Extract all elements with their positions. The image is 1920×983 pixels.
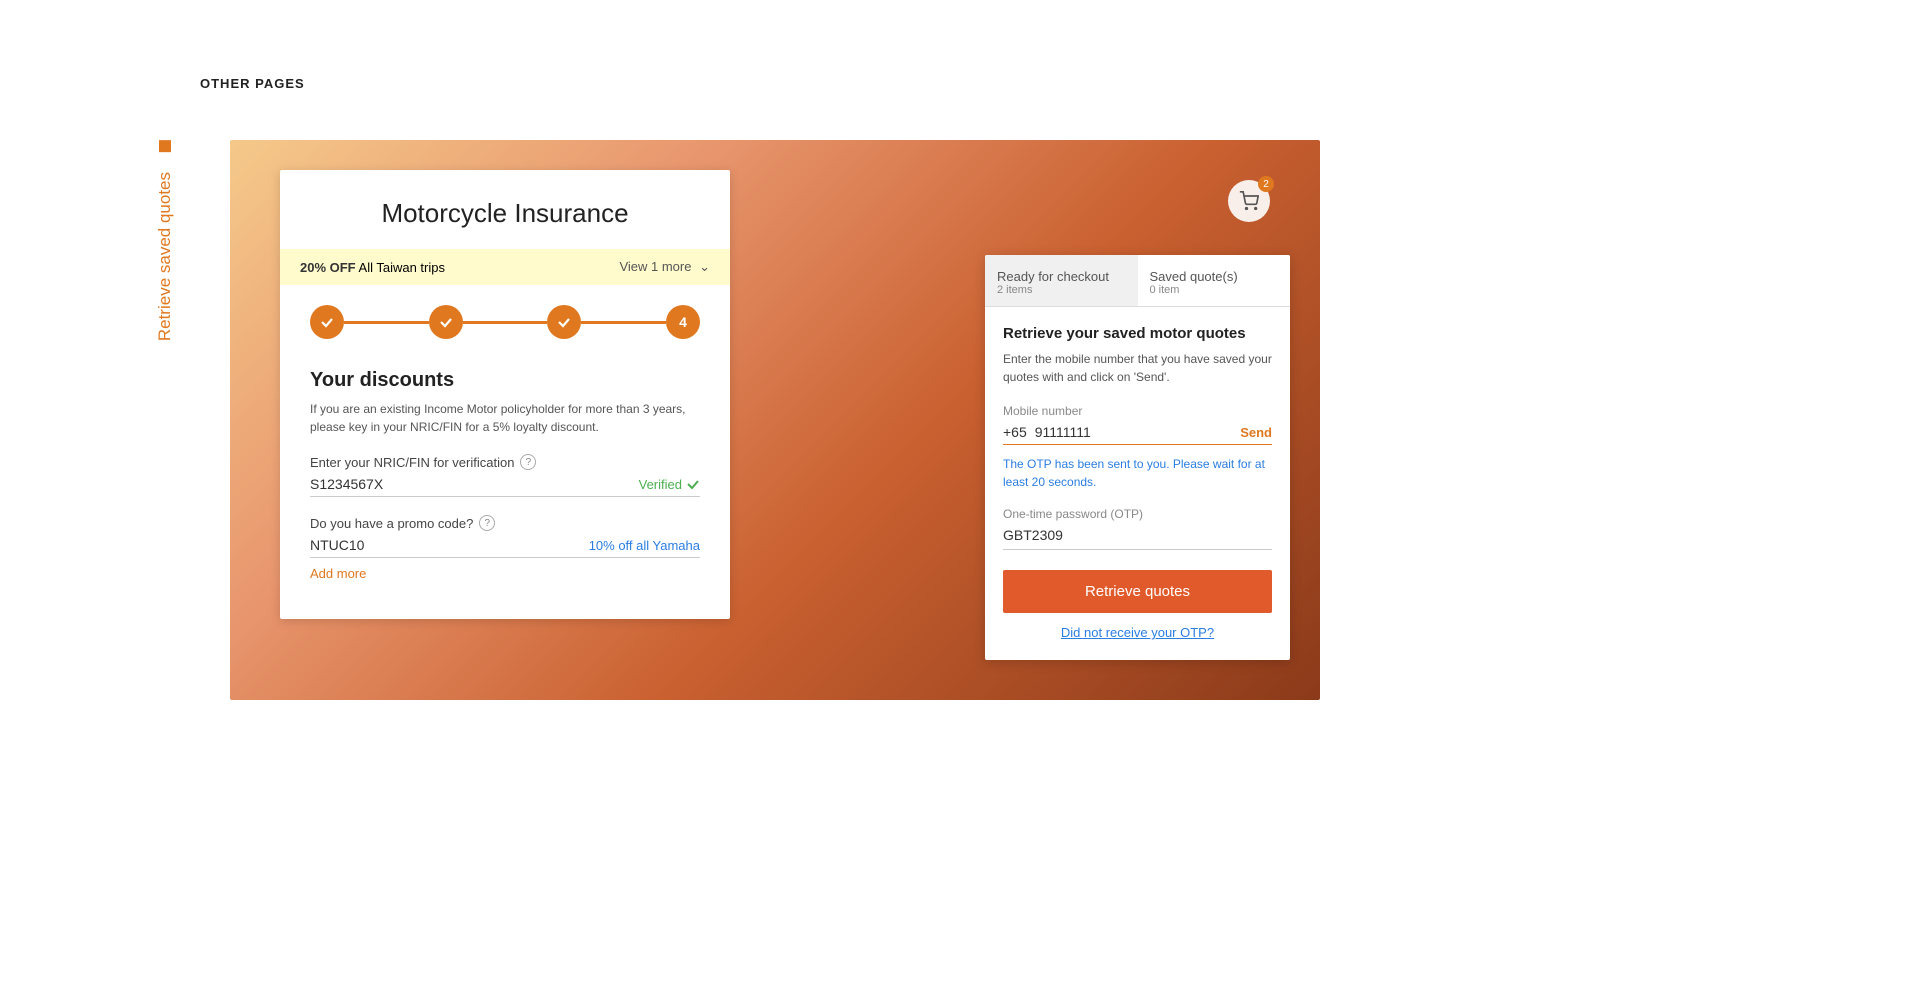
tab-2-count: 0 item (1150, 284, 1279, 296)
tab-saved-quotes[interactable]: Saved quote(s) 0 item (1138, 255, 1291, 306)
add-more-link[interactable]: Add more (310, 566, 700, 581)
cart-icon (1239, 191, 1259, 211)
tab-ready-checkout[interactable]: Ready for checkout 2 items (985, 255, 1138, 306)
otp-label: One-time password (OTP) (1003, 507, 1272, 521)
promo-code-value: NTUC10 (310, 537, 364, 553)
view-more-button[interactable]: View 1 more ⌄ (619, 259, 710, 275)
discounts-desc: If you are an existing Income Motor poli… (310, 400, 700, 436)
sidebar-label: Retrieve saved quotes (155, 140, 175, 341)
main-content-area: 2 Motorcycle Insurance 20% OFF All Taiwa… (230, 140, 1320, 700)
check-icon-1 (319, 314, 335, 330)
verified-label: Verified (639, 477, 700, 492)
check-icon-3 (556, 314, 572, 330)
tab-1-count: 2 items (997, 284, 1126, 296)
promo-value-row: NTUC10 10% off all Yamaha (310, 537, 700, 558)
otp-sent-message: The OTP has been sent to you. Please wai… (1003, 455, 1272, 491)
panel-body: Retrieve your saved motor quotes Enter t… (985, 307, 1290, 660)
resend-otp-link[interactable]: Did not receive your OTP? (1003, 625, 1272, 640)
panel-desc: Enter the mobile number that you have sa… (1003, 350, 1272, 386)
otp-input-row: GBT2309 (1003, 527, 1272, 550)
step-3 (547, 305, 581, 339)
nric-input-row: S1234567X Verified (310, 476, 700, 497)
promo-field-row: Do you have a promo code? ? NTUC10 10% o… (310, 515, 700, 581)
motorcycle-insurance-card: Motorcycle Insurance 20% OFF All Taiwan … (280, 170, 730, 619)
promo-label: Do you have a promo code? ? (310, 515, 700, 531)
step-line-2 (463, 321, 548, 324)
step-2 (429, 305, 463, 339)
promo-discount-label: 10% off all Yamaha (589, 538, 700, 553)
sidebar-dot (159, 140, 171, 152)
saved-quotes-panel: Ready for checkout 2 items Saved quote(s… (985, 255, 1290, 660)
panel-heading: Retrieve your saved motor quotes (1003, 325, 1272, 342)
mobile-number-value: 91111111 (1035, 424, 1240, 440)
cart-button[interactable]: 2 (1228, 180, 1270, 222)
check-icon-2 (438, 314, 454, 330)
cart-badge: 2 (1258, 176, 1274, 192)
promo-banner: 20% OFF All Taiwan trips View 1 more ⌄ (280, 249, 730, 285)
discounts-section: Your discounts If you are an existing In… (280, 354, 730, 619)
nric-label: Enter your NRIC/FIN for verification ? (310, 454, 700, 470)
card-title: Motorcycle Insurance (280, 170, 730, 249)
step-line-3 (581, 321, 666, 324)
tab-1-title: Ready for checkout (997, 269, 1126, 284)
tab-2-title: Saved quote(s) (1150, 269, 1279, 284)
mobile-input-row: +65 91111111 Send (1003, 424, 1272, 445)
verified-check-icon (686, 477, 700, 491)
promo-text: 20% OFF All Taiwan trips (300, 260, 445, 275)
promo-suffix: All Taiwan trips (356, 260, 445, 275)
nric-help-icon[interactable]: ? (520, 454, 536, 470)
nric-field-row: Enter your NRIC/FIN for verification ? S… (310, 454, 700, 497)
send-otp-button[interactable]: Send (1240, 425, 1272, 440)
chevron-down-icon: ⌄ (699, 259, 710, 275)
discounts-title: Your discounts (310, 369, 700, 392)
panel-tabs: Ready for checkout 2 items Saved quote(s… (985, 255, 1290, 307)
mobile-prefix: +65 (1003, 424, 1027, 440)
sidebar-text: Retrieve saved quotes (155, 172, 175, 341)
step-4: 4 (666, 305, 700, 339)
retrieve-quotes-button[interactable]: Retrieve quotes (1003, 570, 1272, 613)
mobile-label: Mobile number (1003, 404, 1272, 418)
promo-off: 20% OFF (300, 260, 356, 275)
step-line-1 (344, 321, 429, 324)
promo-help-icon[interactable]: ? (479, 515, 495, 531)
section-label: OTHER PAGES (200, 76, 305, 91)
otp-value: GBT2309 (1003, 527, 1063, 543)
progress-steps: 4 (280, 285, 730, 354)
step-1 (310, 305, 344, 339)
nric-value: S1234567X (310, 476, 383, 492)
